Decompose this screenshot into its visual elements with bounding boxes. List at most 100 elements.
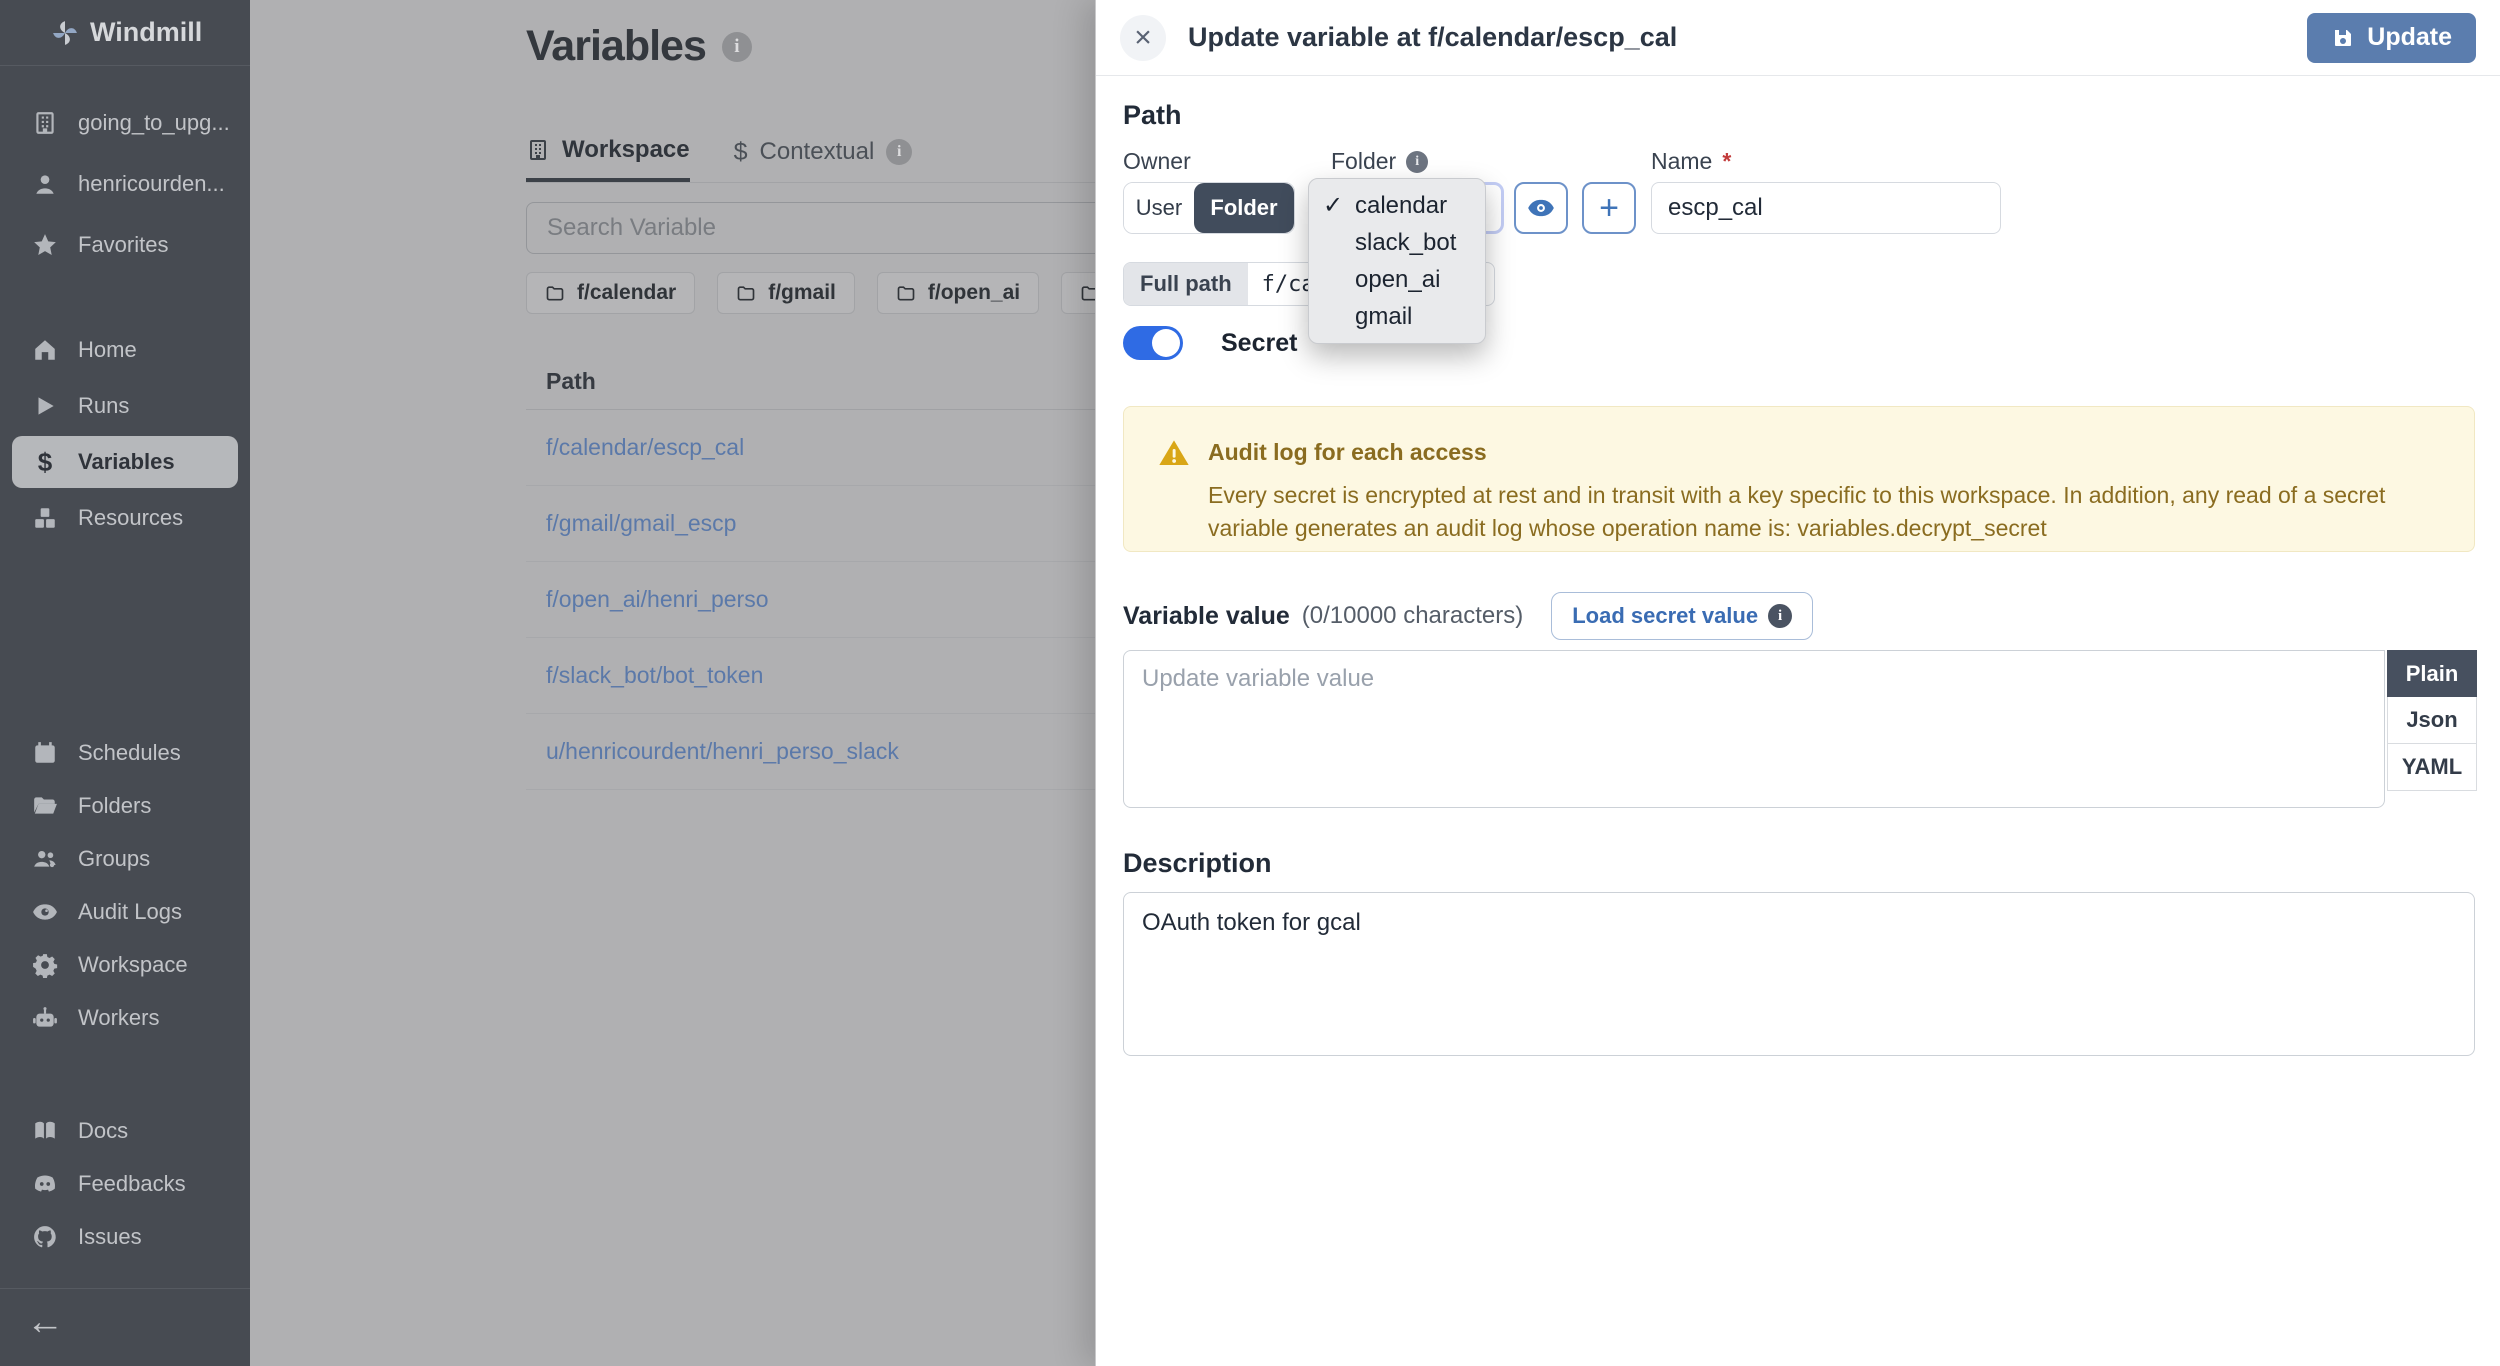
name-input[interactable] (1651, 182, 2001, 234)
sidebar-item-resources[interactable]: Resources (0, 490, 250, 546)
save-icon (2331, 26, 2355, 50)
folder-icon (896, 283, 916, 303)
main-tabs: Workspace $ Contextual i (526, 136, 912, 182)
folder-open-icon (32, 793, 58, 819)
dropdown-option-calendar[interactable]: ✓ calendar (1309, 187, 1485, 224)
format-tab-yaml[interactable]: YAML (2387, 744, 2477, 791)
variable-value-label: Variable value (1123, 602, 1290, 631)
check-icon: ✓ (1323, 187, 1343, 224)
sidebar-item-label: Workers (78, 1005, 160, 1031)
info-icon[interactable]: i (886, 139, 912, 165)
owner-option-folder[interactable]: Folder (1194, 183, 1294, 233)
column-header-path: Path (546, 368, 596, 395)
name-label-text: Name (1651, 148, 1712, 175)
add-folder-button[interactable]: + (1582, 182, 1636, 234)
dropdown-option-slack-bot[interactable]: slack_bot (1309, 224, 1485, 261)
sidebar-item-label: Home (78, 337, 137, 363)
sidebar-item-workspace-settings[interactable]: Workspace (0, 938, 250, 991)
dropdown-option-gmail[interactable]: gmail (1309, 298, 1485, 335)
audit-warning-box: Audit log for each access Every secret i… (1123, 406, 2475, 552)
owner-label: Owner (1123, 148, 1191, 175)
sidebar-nav-secondary: Schedules Folders Groups Audit Logs (0, 726, 250, 1044)
book-icon (32, 1118, 58, 1144)
sidebar-item-label: Issues (78, 1224, 142, 1250)
sidebar-item-label: Resources (78, 505, 183, 531)
dropdown-option-open-ai[interactable]: open_ai (1309, 261, 1485, 298)
tab-contextual[interactable]: $ Contextual i (734, 136, 913, 182)
sidebar-item-workers[interactable]: Workers (0, 991, 250, 1044)
dropdown-option-label: gmail (1355, 303, 1412, 330)
tab-workspace[interactable]: Workspace (526, 136, 690, 182)
sidebar-item-label: Docs (78, 1118, 128, 1144)
load-secret-label: Load secret value (1572, 603, 1758, 629)
required-asterisk: * (1722, 148, 1731, 175)
sidebar-item-audit-logs[interactable]: Audit Logs (0, 885, 250, 938)
sidebar-item-schedules[interactable]: Schedules (0, 726, 250, 779)
warning-title: Audit log for each access (1208, 439, 1487, 466)
info-icon[interactable]: i (1406, 151, 1428, 173)
variable-path-link[interactable]: f/open_ai/henri_perso (546, 586, 769, 613)
chip-f-calendar[interactable]: f/calendar (526, 272, 695, 314)
play-icon (32, 393, 58, 419)
gear-icon (32, 952, 58, 978)
sidebar-item-label: Audit Logs (78, 899, 182, 925)
groups-icon (32, 846, 58, 872)
variable-value-textarea[interactable] (1123, 650, 2385, 808)
discord-icon (32, 1171, 58, 1197)
secret-toggle[interactable] (1123, 326, 1183, 360)
tab-label: Workspace (562, 136, 690, 164)
format-tab-json[interactable]: Json (2387, 697, 2477, 744)
sidebar-item-user[interactable]: henricourden... (0, 153, 250, 214)
owner-option-user[interactable]: User (1124, 183, 1194, 233)
info-icon[interactable]: i (722, 32, 752, 62)
update-button[interactable]: Update (2307, 13, 2476, 63)
sidebar-item-variables[interactable]: $ Variables (12, 436, 238, 488)
chip-f-gmail[interactable]: f/gmail (717, 272, 855, 314)
variable-value-header: Variable value (0/10000 characters) Load… (1123, 592, 1813, 640)
user-name: henricourden... (78, 171, 225, 197)
eye-icon (32, 899, 58, 925)
dollar-icon: $ (734, 138, 748, 167)
sidebar-item-workspace-switcher[interactable]: going_to_upg... (0, 92, 250, 153)
value-format-tabs: Plain Json YAML (2387, 650, 2477, 791)
variable-path-link[interactable]: f/gmail/gmail_escp (546, 510, 736, 537)
sidebar: Windmill going_to_upg... henricourden...… (0, 0, 250, 1366)
folder-icon (545, 283, 565, 303)
github-icon (32, 1224, 58, 1250)
format-tab-plain[interactable]: Plain (2387, 650, 2477, 697)
close-drawer-button[interactable]: × (1120, 15, 1166, 61)
variable-path-link[interactable]: u/henricourdent/henri_perso_slack (546, 738, 899, 765)
app-window: Windmill going_to_upg... henricourden...… (0, 0, 2500, 1366)
toggle-knob (1152, 329, 1180, 357)
sidebar-item-groups[interactable]: Groups (0, 832, 250, 885)
preview-path-button[interactable] (1514, 182, 1568, 234)
secret-row: Secret (1123, 326, 1297, 360)
sidebar-nav-primary: Home Runs $ Variables Resources (0, 322, 250, 546)
sidebar-nav-tertiary: Docs Feedbacks Issues (0, 1104, 250, 1263)
app-logo[interactable]: Windmill (0, 0, 250, 66)
owner-toggle-group: User Folder (1123, 182, 1295, 234)
update-button-label: Update (2367, 23, 2452, 52)
warning-body: Every secret is encrypted at rest and in… (1208, 479, 2443, 545)
load-secret-value-button[interactable]: Load secret value i (1551, 592, 1813, 640)
description-textarea[interactable] (1123, 892, 2475, 1056)
sidebar-item-label: Feedbacks (78, 1171, 186, 1197)
variable-path-link[interactable]: f/slack_bot/bot_token (546, 662, 763, 689)
page-title: Variables (526, 22, 706, 71)
sidebar-item-feedbacks[interactable]: Feedbacks (0, 1157, 250, 1210)
sidebar-item-issues[interactable]: Issues (0, 1210, 250, 1263)
sidebar-item-runs[interactable]: Runs (0, 378, 250, 434)
sidebar-item-home[interactable]: Home (0, 322, 250, 378)
sidebar-item-label: Variables (78, 449, 175, 475)
star-icon (32, 232, 58, 258)
chip-f-open-ai[interactable]: f/open_ai (877, 272, 1039, 314)
folder-icon (736, 283, 756, 303)
variable-path-link[interactable]: f/calendar/escp_cal (546, 434, 744, 461)
dollar-icon: $ (32, 449, 58, 475)
info-icon: i (1768, 604, 1792, 628)
sidebar-item-docs[interactable]: Docs (0, 1104, 250, 1157)
dropdown-option-label: open_ai (1355, 266, 1440, 293)
sidebar-item-favorites[interactable]: Favorites (0, 214, 250, 275)
sidebar-item-folders[interactable]: Folders (0, 779, 250, 832)
collapse-sidebar-arrow-icon[interactable]: ← (26, 1303, 64, 1341)
